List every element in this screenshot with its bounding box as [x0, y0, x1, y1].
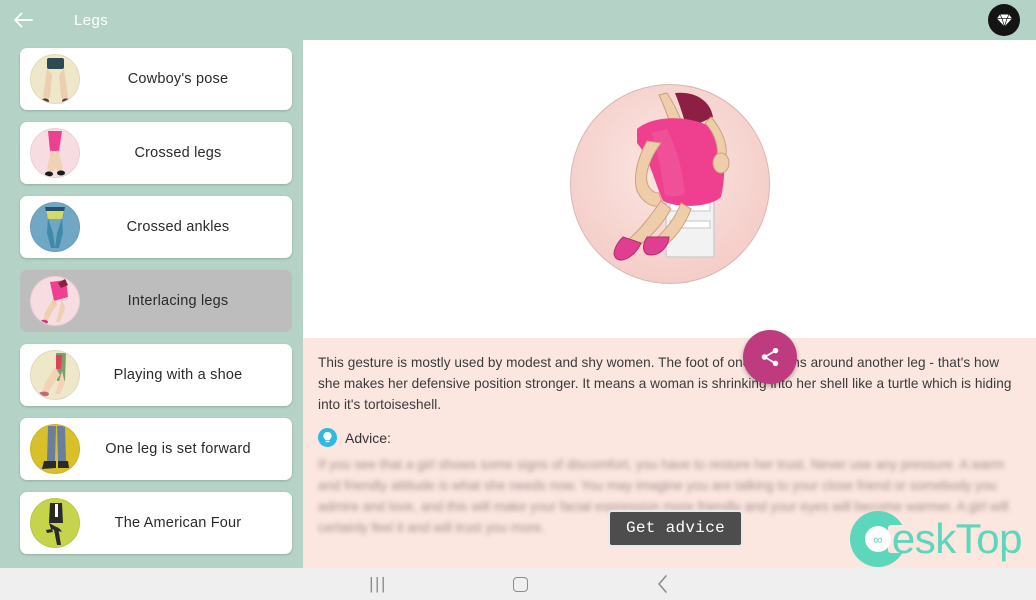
app-header: Legs — [0, 0, 1036, 40]
pose-label: Crossed ankles — [126, 219, 230, 235]
one-leg-set-forward-thumb-icon — [42, 426, 69, 469]
pose-thumbnail — [30, 498, 80, 548]
pose-thumbnail — [30, 128, 80, 178]
main-content: This gesture is mostly used by modest an… — [303, 40, 1036, 568]
android-navigation-bar: ||| — [0, 568, 1036, 600]
cowboys-pose-thumb-icon — [41, 58, 70, 103]
pose-list-item-interlacing-legs[interactable]: Interlacing legs — [20, 270, 292, 332]
share-icon — [761, 347, 779, 367]
pose-label: Crossed legs — [134, 145, 222, 161]
app-screen: Legs Cowboy's pose Crossed legs Crossed … — [0, 0, 1036, 600]
pose-list-item-crossed-ankles[interactable]: Crossed ankles — [20, 196, 292, 258]
pose-label: Cowboy's pose — [127, 71, 229, 87]
pose-label: Interlacing legs — [127, 293, 229, 309]
interlacing-legs-illustration-icon — [613, 92, 729, 261]
pose-list[interactable]: Cowboy's pose Crossed legs Crossed ankle… — [0, 40, 303, 568]
diamond-icon — [996, 13, 1012, 28]
recents-button[interactable]: ||| — [358, 568, 398, 600]
advice-label: Advice: — [345, 429, 391, 446]
share-button[interactable] — [743, 330, 797, 384]
pose-thumbnail — [30, 350, 80, 400]
playing-with-a-shoe-thumb-icon — [39, 353, 66, 397]
illustration-area — [303, 40, 1036, 328]
pose-illustration — [569, 84, 770, 284]
pose-list-item-cowboys-pose[interactable]: Cowboy's pose — [20, 48, 292, 110]
pose-list-item-crossed-legs[interactable]: Crossed legs — [20, 122, 292, 184]
pose-thumbnail — [30, 276, 80, 326]
arrow-left-icon — [14, 12, 33, 28]
pose-thumbnail — [30, 54, 80, 104]
description-panel: This gesture is mostly used by modest an… — [303, 338, 1036, 568]
pose-thumbnail — [30, 424, 80, 474]
crossed-legs-thumb-icon — [45, 131, 65, 177]
pose-list-item-one-leg-is-set-forward[interactable]: One leg is set forward — [20, 418, 292, 480]
crossed-ankles-thumb-icon — [45, 207, 65, 248]
home-icon — [512, 576, 528, 592]
pose-list-item-playing-with-a-shoe[interactable]: Playing with a shoe — [20, 344, 292, 406]
back-chevron-icon — [658, 575, 667, 593]
interlacing-legs-thumb-icon — [40, 279, 68, 325]
pose-label: One leg is set forward — [105, 441, 251, 457]
the-american-four-thumb-icon — [46, 503, 63, 545]
gesture-description: This gesture is mostly used by modest an… — [318, 355, 1012, 412]
pose-label: The American Four — [114, 515, 242, 531]
get-advice-button[interactable]: Get advice — [608, 510, 744, 547]
lightbulb-icon — [318, 428, 337, 447]
pose-list-item-the-american-four[interactable]: The American Four — [20, 492, 292, 554]
page-title: Legs — [74, 11, 109, 29]
pose-thumbnail — [30, 202, 80, 252]
recents-icon: ||| — [369, 574, 387, 593]
home-button[interactable] — [500, 568, 540, 600]
advice-heading: Advice: — [318, 428, 1022, 447]
pose-label: Playing with a shoe — [113, 367, 243, 383]
premium-button[interactable] — [988, 4, 1020, 36]
back-button[interactable] — [0, 0, 46, 40]
system-back-button[interactable] — [643, 568, 683, 600]
